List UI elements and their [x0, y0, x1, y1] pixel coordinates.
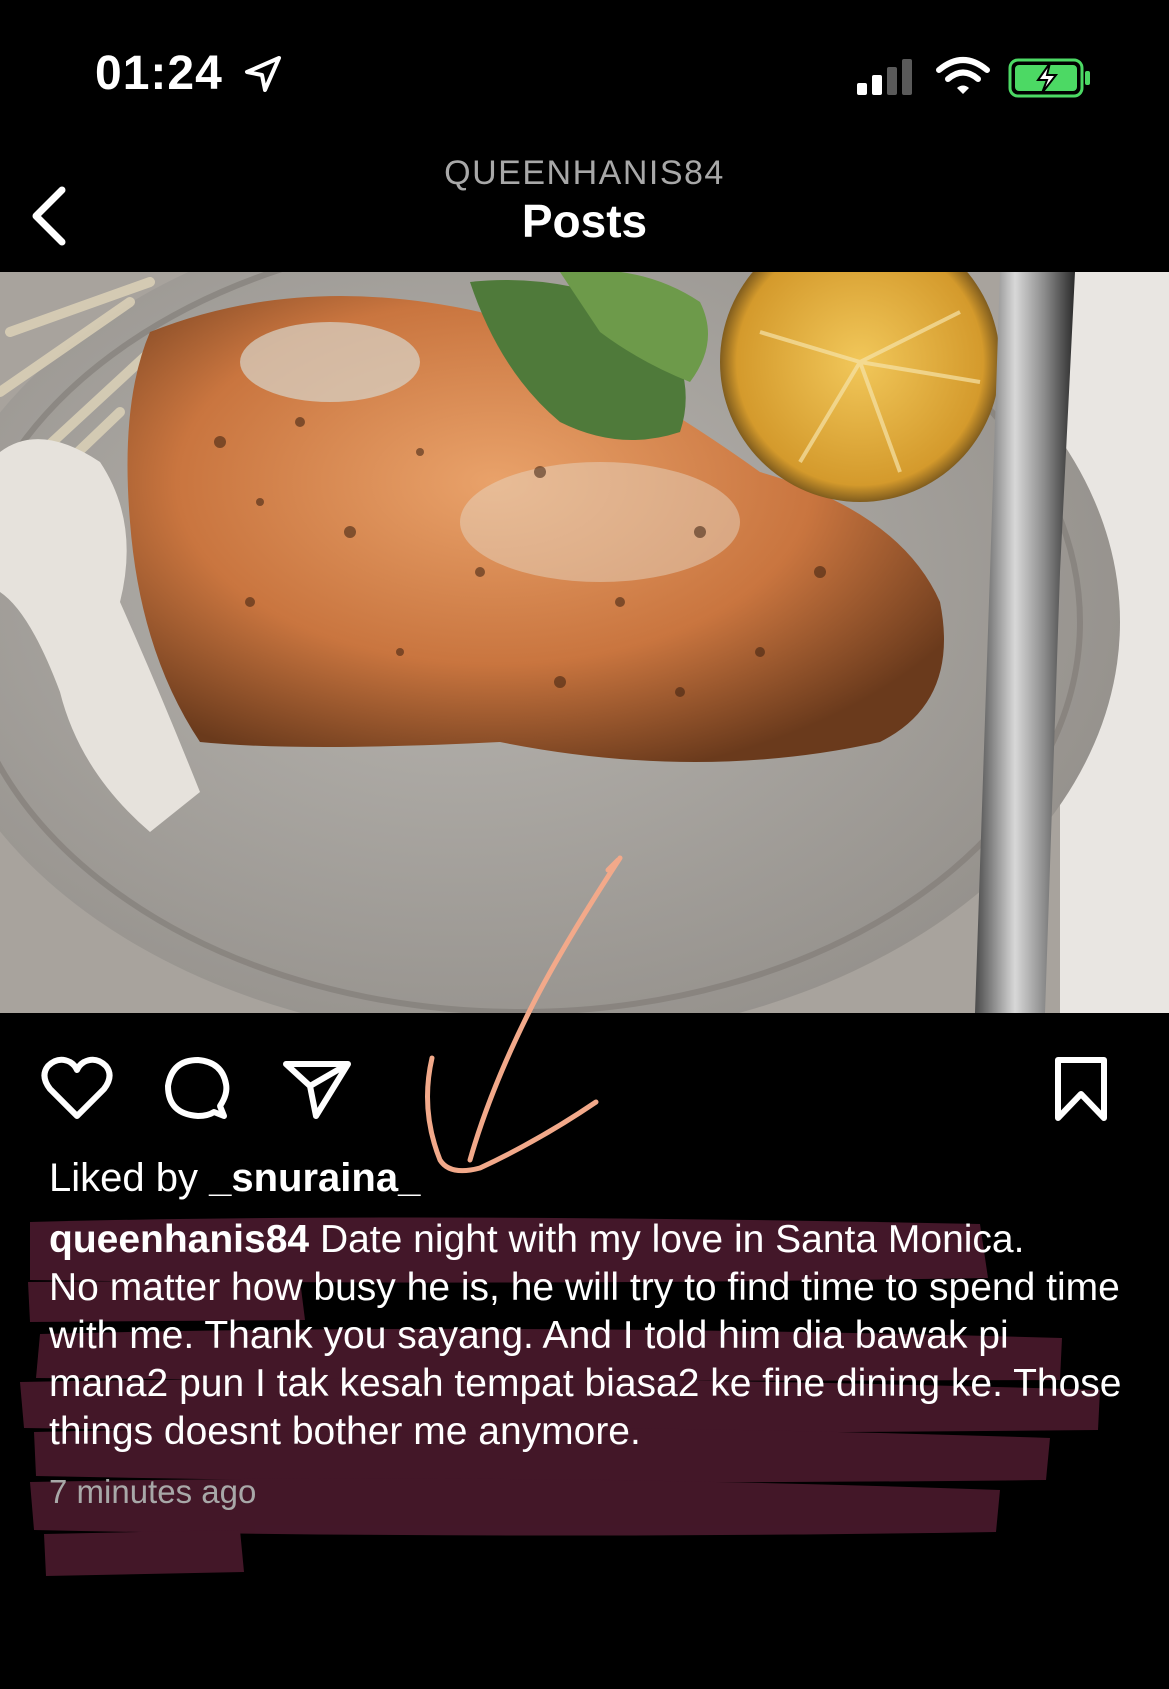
bookmark-icon[interactable] — [1050, 1054, 1112, 1124]
caption-author[interactable]: queenhanis84 — [49, 1218, 309, 1261]
page-title: Posts — [521, 195, 648, 247]
caption-line-1: Date night with my love in Santa Monica. — [319, 1218, 1025, 1261]
caption-line-2: No matter how busy he is, he will try to… — [49, 1266, 1122, 1453]
status-bar: 01:24 — [0, 0, 1169, 140]
battery-charging-icon — [1008, 58, 1090, 98]
post-timestamp: 7 minutes ago — [49, 1473, 257, 1510]
comment-icon[interactable] — [160, 1054, 234, 1124]
liked-by-prefix: Liked by — [49, 1156, 198, 1200]
post-image[interactable] — [0, 272, 1169, 1013]
header: QUEENHANIS84 Posts — [0, 140, 1169, 272]
post-caption: queenhanis84 Date night with my love in … — [49, 1216, 1129, 1456]
heart-icon[interactable] — [40, 1054, 114, 1124]
post-actions — [0, 1040, 1169, 1130]
wifi-icon — [936, 57, 990, 94]
likes-line: Liked by _snuraina_ — [49, 1150, 1129, 1206]
cellular-signal-icon — [857, 59, 912, 95]
header-username[interactable]: QUEENHANIS84 — [0, 154, 1169, 193]
food-photo — [0, 272, 1169, 1013]
status-time: 01:24 — [95, 47, 223, 100]
share-icon[interactable] — [280, 1054, 354, 1124]
location-arrow-icon — [245, 56, 281, 92]
post-caption-area: Liked by _snuraina_ queenhanis84 Date ni… — [49, 1150, 1129, 1514]
liked-by-user[interactable]: _snuraina_ — [209, 1156, 420, 1200]
